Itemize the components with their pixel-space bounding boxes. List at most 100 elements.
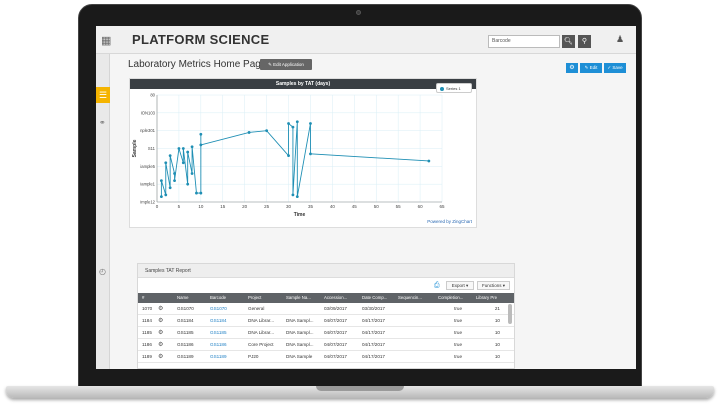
y-tick-label: nple301 bbox=[140, 128, 156, 133]
table-cell: 04/07/2017 bbox=[324, 318, 347, 323]
table-cell bbox=[398, 315, 436, 327]
row-gear-icon[interactable]: ⚙ bbox=[158, 351, 175, 363]
x-tick-label: 0 bbox=[156, 204, 159, 209]
history-icon[interactable]: ◴ bbox=[99, 267, 106, 276]
row-gear-icon[interactable]: ⚙ bbox=[158, 327, 175, 339]
column-header[interactable] bbox=[158, 293, 175, 303]
data-point bbox=[291, 125, 295, 129]
barcode-link[interactable]: GS1185 bbox=[210, 327, 246, 339]
edit-button[interactable]: ✎ Edit bbox=[580, 63, 602, 73]
user-icon[interactable]: ♟ bbox=[616, 34, 624, 45]
table-row[interactable]: 1189 ⚙ GS1189 GS1189 PJ20 DNA Sample 04/07/201… bbox=[138, 351, 514, 363]
data-point bbox=[287, 122, 290, 125]
chart-credit[interactable]: Powered by ZingChart bbox=[427, 219, 472, 224]
column-header[interactable]: Date Comp... bbox=[362, 293, 396, 303]
table-cell bbox=[398, 351, 436, 363]
table-cell: GS1186 bbox=[177, 342, 194, 347]
export-button[interactable]: Export ▾ bbox=[446, 281, 474, 290]
search-button[interactable]: 🔍︎ bbox=[562, 35, 575, 48]
table-row[interactable]: 1186 ⚙ GS1186 GS1186 Core Project DNA Sampl..… bbox=[138, 339, 514, 351]
camera-icon bbox=[356, 10, 361, 15]
table-row[interactable]: 1184 ⚙ GS1184 GS1184 DNA Librar... DNA Sampl.… bbox=[138, 315, 514, 327]
app-grid-icon[interactable]: ▦ bbox=[101, 34, 111, 47]
table-cell: DNA Librar... bbox=[248, 318, 275, 323]
data-point bbox=[168, 154, 172, 158]
column-header[interactable]: # bbox=[142, 293, 156, 303]
data-point bbox=[427, 159, 431, 163]
x-tick-label: 55 bbox=[396, 204, 402, 209]
column-header[interactable]: Sequencin... bbox=[398, 293, 436, 303]
table-cell: 1070 bbox=[142, 306, 153, 311]
sidebar-item-metrics[interactable]: ☰ bbox=[96, 87, 110, 103]
table-cell: DNA Sampl... bbox=[286, 330, 314, 335]
row-gear-icon[interactable]: ⚙ bbox=[158, 303, 175, 315]
chart-legend[interactable]: Series 1 bbox=[436, 83, 472, 93]
table-scrollbar[interactable] bbox=[508, 304, 512, 324]
data-point bbox=[291, 193, 295, 197]
barcode-link[interactable]: GS1189 bbox=[210, 351, 246, 363]
barcode-link[interactable]: GS1186 bbox=[210, 339, 246, 351]
table-cell: DNA Sample bbox=[286, 354, 313, 359]
table-cell: 03/30/2017 bbox=[362, 306, 385, 311]
data-point bbox=[168, 186, 172, 190]
table-cell: true bbox=[454, 306, 462, 311]
data-point bbox=[173, 179, 176, 182]
table-cell bbox=[286, 303, 322, 315]
column-header[interactable]: Project bbox=[248, 293, 284, 303]
table-cell: GS1070 bbox=[177, 306, 194, 311]
pin-button[interactable]: ⚲ bbox=[578, 35, 591, 48]
app-screen: ▦ PLATFORM SCIENCE Barcode 🔍︎ ⚲ ♟ ☰ ⚭ ◴ … bbox=[96, 26, 636, 369]
save-button[interactable]: ✓ Save bbox=[604, 63, 626, 73]
column-header[interactable]: Sample Na... bbox=[286, 293, 322, 303]
column-header[interactable]: Library Pre bbox=[476, 293, 512, 303]
data-point bbox=[247, 131, 251, 134]
table-row[interactable]: 1185 ⚙ GS1185 GS1185 DNA Librar... DNA Sampl.… bbox=[138, 327, 514, 339]
y-tick-label: 80 bbox=[150, 93, 155, 98]
column-header[interactable]: Completion... bbox=[438, 293, 474, 303]
settings-button[interactable]: ⚙ bbox=[566, 63, 578, 73]
barcode-link[interactable]: GS1184 bbox=[210, 315, 246, 327]
table-cell: DNA Sampl... bbox=[286, 318, 314, 323]
functions-button[interactable]: Functions ▾ bbox=[477, 281, 510, 290]
data-point bbox=[190, 145, 194, 149]
table-row[interactable]: 1070 ⚙ GS1070 GS1070 General 03/09/2017 03/30/… bbox=[138, 303, 514, 315]
series-line bbox=[160, 121, 429, 197]
data-point bbox=[159, 179, 163, 182]
data-point bbox=[164, 161, 168, 165]
sliders-icon: ☰ bbox=[98, 90, 108, 100]
table-cell: 04/07/2017 bbox=[324, 330, 347, 335]
column-header[interactable]: Accession... bbox=[324, 293, 360, 303]
data-point bbox=[287, 154, 290, 158]
platform-logo[interactable]: PLATFORM SCIENCE bbox=[132, 32, 269, 47]
barcode-link[interactable]: GS1070 bbox=[210, 303, 246, 315]
table-cell: true bbox=[454, 318, 462, 323]
print-icon[interactable]: ⎙ bbox=[434, 282, 440, 290]
column-header[interactable]: Name bbox=[177, 293, 208, 303]
gear-icon: ⚙ bbox=[569, 65, 575, 71]
barcode-search-input[interactable]: Barcode bbox=[488, 35, 560, 48]
row-gear-icon[interactable]: ⚙ bbox=[158, 339, 175, 351]
table-cell: 04/17/2017 bbox=[362, 330, 385, 335]
data-point bbox=[199, 143, 203, 147]
sitemap-icon[interactable]: ⚭ bbox=[99, 118, 106, 127]
row-gear-icon[interactable]: ⚙ bbox=[158, 315, 175, 327]
column-header[interactable]: Barcode bbox=[210, 293, 246, 303]
table-cell: 03/09/2017 bbox=[324, 306, 347, 311]
y-axis-label: Sample bbox=[132, 139, 138, 157]
x-tick-label: 35 bbox=[308, 204, 314, 209]
x-tick-label: 20 bbox=[242, 204, 248, 209]
pin-icon: ⚲ bbox=[581, 38, 588, 45]
data-point bbox=[173, 172, 176, 175]
top-navbar: ▦ PLATFORM SCIENCE Barcode 🔍︎ ⚲ ♟ bbox=[96, 26, 636, 54]
chart-plot[interactable]: 0 5 10 15 20 25 30 35 40 45 50 55 60 65 imple12 iample1… bbox=[130, 89, 476, 227]
data-point bbox=[159, 195, 163, 199]
y-tick-label: ION103 bbox=[141, 110, 156, 115]
search-icon: 🔍︎ bbox=[564, 38, 573, 45]
table-cell: DNA Sampl... bbox=[286, 342, 314, 347]
edit-application-button[interactable]: ✎ Edit Application bbox=[260, 59, 312, 70]
x-tick-label: 65 bbox=[439, 204, 445, 209]
table-cell: 04/07/2017 bbox=[324, 342, 347, 347]
table-cell: DNA Librar... bbox=[248, 330, 275, 335]
data-point bbox=[309, 152, 312, 156]
legend-label: Series 1 bbox=[446, 86, 461, 91]
